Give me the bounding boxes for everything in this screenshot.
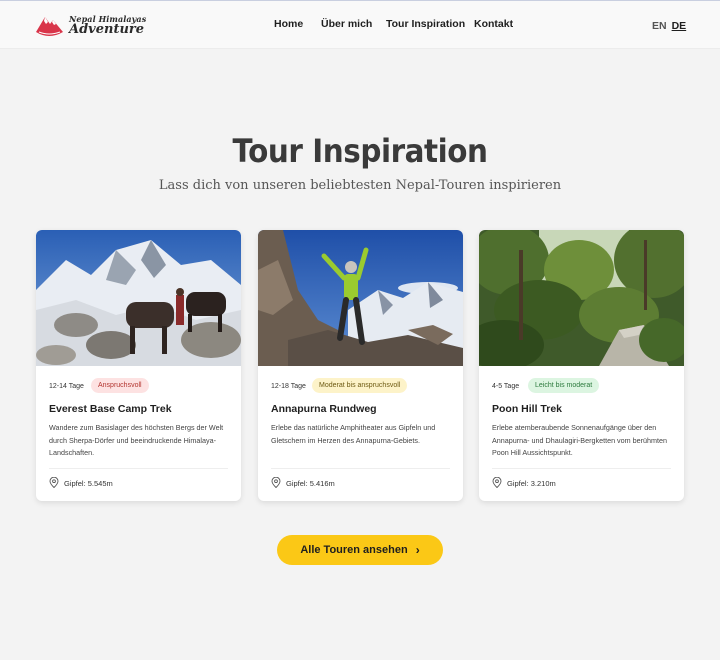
site-header: Nepal Himalayas Adventure Home Über mich… [0, 1, 720, 49]
tour-days: 12-18 Tage [271, 383, 306, 390]
tour-card-poon-hill[interactable]: 4-5 Tage Leicht bis moderat Poon Hill Tr… [479, 230, 684, 501]
page-title: Tour Inspiration [232, 132, 488, 170]
all-tours-label: Alle Touren ansehen [300, 544, 408, 556]
nav-home[interactable]: Home [274, 18, 303, 30]
all-tours-button[interactable]: Alle Touren ansehen › [277, 535, 443, 565]
tour-description: Erlebe atemberaubende Sonnenaufgänge übe… [492, 423, 667, 458]
page-subtitle: Lass dich von unseren beliebtesten Nepal… [158, 178, 562, 193]
difficulty-badge: Moderat bis anspruchsvoll [312, 378, 408, 393]
tour-peak: Gipfel: 3.210m [507, 479, 556, 488]
location-pin-icon [492, 477, 502, 488]
difficulty-badge: Leicht bis moderat [528, 378, 600, 393]
mountain-logo-icon [36, 17, 63, 36]
tour-card-annapurna[interactable]: 12-18 Tage Moderat bis anspruchsvoll Ann… [258, 230, 463, 501]
lang-de[interactable]: DE [672, 20, 687, 32]
nav-kontakt[interactable]: Kontakt [474, 18, 513, 30]
nav-tour-inspiration[interactable]: Tour Inspiration [386, 18, 465, 30]
tour-description: Erlebe das natürliche Amphitheater aus G… [271, 423, 436, 445]
tour-image-poon-hill [479, 230, 684, 366]
card-divider [49, 468, 228, 469]
tour-image-everest [36, 230, 241, 366]
card-divider [271, 468, 450, 469]
card-divider [492, 468, 671, 469]
location-pin-icon [49, 477, 59, 488]
tour-peak: Gipfel: 5.416m [286, 479, 335, 488]
lang-en[interactable]: EN [652, 20, 667, 32]
tour-days: 12-14 Tage [49, 383, 84, 390]
tour-days: 4-5 Tage [492, 383, 520, 390]
location-pin-icon [271, 477, 281, 488]
tour-image-annapurna [258, 230, 463, 366]
brand-logo[interactable]: Nepal Himalayas Adventure [33, 12, 146, 40]
tour-title: Annapurna Rundweg [271, 403, 377, 415]
difficulty-badge: Anspruchsvoll [91, 378, 149, 393]
tour-description: Wandere zum Basislager des höchsten Berg… [49, 423, 224, 458]
tour-peak: Gipfel: 5.545m [64, 479, 113, 488]
nav-ueber-mich[interactable]: Über mich [321, 18, 372, 30]
chevron-right-icon: › [415, 543, 420, 557]
brand-line2: Adventure [69, 22, 145, 37]
tour-title: Poon Hill Trek [492, 403, 563, 415]
tour-title: Everest Base Camp Trek [49, 403, 172, 415]
language-switcher: EN DE [652, 20, 686, 32]
tour-card-everest[interactable]: 12-14 Tage Anspruchsvoll Everest Base Ca… [36, 230, 241, 501]
